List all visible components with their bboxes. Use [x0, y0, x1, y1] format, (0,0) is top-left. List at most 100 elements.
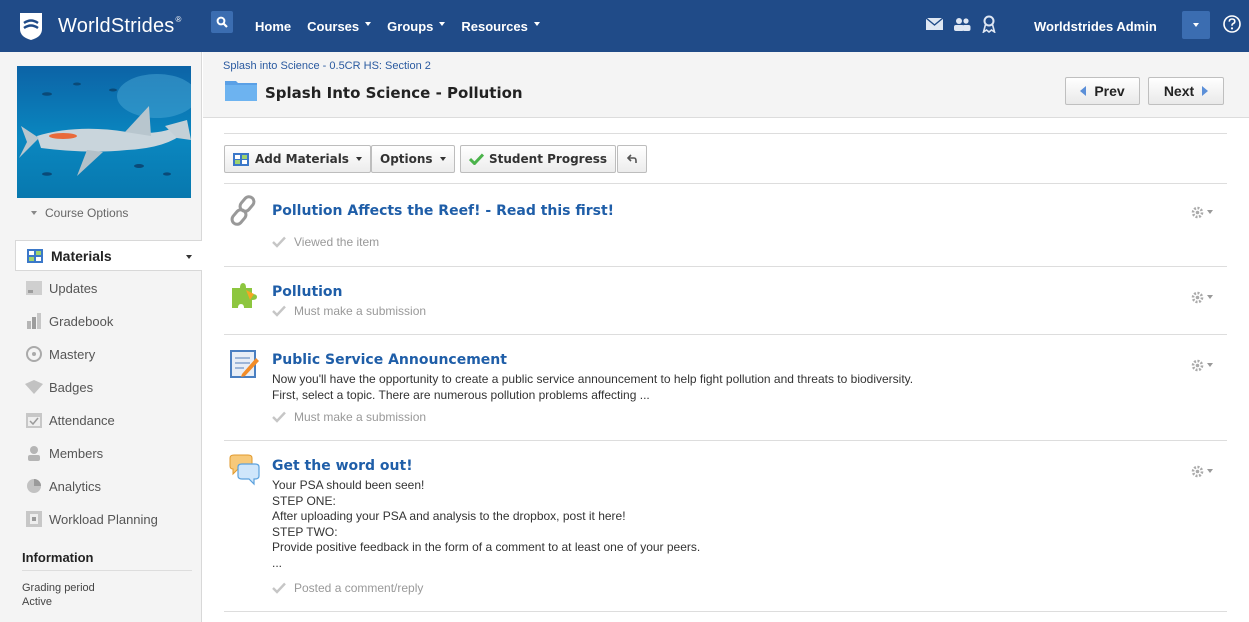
- sidebar-item-label: Attendance: [49, 412, 115, 428]
- material-item: Pollution Affects the Reef! - Read this …: [224, 195, 1227, 265]
- messages-button[interactable]: [924, 14, 944, 34]
- completion-status-text: Posted a comment/reply: [294, 581, 424, 595]
- reorder-button[interactable]: [617, 145, 647, 173]
- next-button[interactable]: Next: [1148, 77, 1224, 105]
- next-button-label: Next: [1163, 83, 1195, 99]
- nav-home[interactable]: Home: [255, 19, 291, 34]
- sidebar-item-label: Workload Planning: [49, 511, 158, 527]
- badge-icon: [982, 15, 996, 33]
- page-header: Splash into Science - 0.5CR HS: Section …: [203, 52, 1249, 118]
- search-icon: [216, 16, 228, 28]
- description-line: ...: [272, 555, 283, 570]
- nav-courses[interactable]: Courses: [307, 19, 372, 34]
- nav-resources[interactable]: Resources: [461, 19, 540, 34]
- sidebar-item-label: Members: [49, 445, 104, 461]
- assignment-icon: [232, 283, 257, 308]
- material-item: Pollution Must make a submission: [224, 280, 1227, 334]
- description-line: STEP TWO:: [272, 524, 338, 539]
- members-icon: [25, 444, 43, 462]
- sidebar-item-mastery[interactable]: Mastery: [25, 343, 95, 365]
- material-title[interactable]: Pollution Affects the Reef! - Read this …: [272, 203, 614, 219]
- description-line: First, select a topic. There are numerou…: [272, 387, 650, 402]
- mastery-icon: [25, 345, 43, 363]
- top-navigation-bar: WorldStrides® Home Courses Groups Resour…: [0, 0, 1249, 52]
- material-title[interactable]: Public Service Announcement: [272, 352, 507, 368]
- description-line: Your PSA should been seen!: [272, 478, 425, 492]
- gear-icon: [1191, 291, 1204, 303]
- course-options-label: Course Options: [45, 206, 129, 220]
- sidebar-item-label: Gradebook: [49, 313, 114, 329]
- checkmark-icon: [469, 153, 484, 165]
- checkmark-icon: [272, 582, 286, 594]
- sidebar-item-attendance[interactable]: Attendance: [25, 409, 115, 431]
- grading-period-label: Grading period: [22, 582, 95, 594]
- options-button[interactable]: Options: [371, 145, 455, 173]
- sidebar-item-materials[interactable]: Materials: [15, 240, 202, 271]
- description-line: Provide positive feedback in the form of…: [272, 540, 701, 554]
- sidebar-item-label: Badges: [49, 379, 94, 395]
- requests-button[interactable]: [952, 14, 972, 34]
- chevron-down-icon: [533, 22, 540, 26]
- sidebar-item-gradebook[interactable]: Gradebook: [25, 310, 113, 332]
- description-line: Now you'll have the opportunity to creat…: [272, 372, 914, 386]
- sidebar-item-updates[interactable]: Updates: [25, 277, 97, 299]
- attendance-icon: [25, 411, 43, 429]
- completion-status-text: Must make a submission: [294, 304, 427, 318]
- add-materials-button[interactable]: Add Materials: [224, 145, 371, 173]
- sidebar-item-label: Updates: [49, 280, 98, 296]
- nav-courses-label: Courses: [307, 19, 360, 34]
- course-image: [17, 66, 191, 198]
- notifications-button[interactable]: [979, 14, 999, 34]
- search-button[interactable]: [211, 11, 233, 33]
- chevron-down-icon: [1207, 363, 1213, 367]
- sidebar-item-analytics[interactable]: Analytics: [25, 475, 101, 497]
- item-options-button[interactable]: [1191, 205, 1217, 219]
- checkmark-icon: [272, 236, 286, 248]
- material-title[interactable]: Get the word out!: [272, 458, 413, 474]
- information-heading: Information: [22, 550, 94, 565]
- user-name[interactable]: Worldstrides Admin: [1034, 19, 1157, 34]
- material-title[interactable]: Pollution: [272, 284, 343, 300]
- prev-button[interactable]: Prev: [1065, 77, 1140, 105]
- completion-status: Posted a comment/reply: [272, 581, 423, 595]
- arrow-right-icon: [1202, 86, 1209, 96]
- description-line: After uploading your PSA and analysis to…: [272, 509, 626, 523]
- description-line: STEP ONE:: [272, 493, 336, 508]
- workload-icon: [25, 510, 43, 528]
- divider: [224, 334, 1227, 335]
- course-options-toggle[interactable]: Course Options: [31, 206, 128, 220]
- breadcrumb[interactable]: Splash into Science - 0.5CR HS: Section …: [223, 60, 431, 72]
- item-options-button[interactable]: [1191, 464, 1217, 478]
- material-description: Your PSA should been seen! STEP ONE: Aft…: [272, 478, 700, 571]
- student-progress-button[interactable]: Student Progress: [460, 145, 616, 173]
- material-description: Now you'll have the opportunity to creat…: [272, 372, 913, 403]
- material-item: Public Service Announcement Now you'll h…: [224, 348, 1227, 438]
- chevron-down-icon: [1207, 210, 1213, 214]
- link-icon: [230, 195, 256, 226]
- add-materials-icon: [233, 152, 249, 166]
- divider: [224, 611, 1227, 612]
- assignment-edit-icon: [230, 350, 259, 378]
- logo[interactable]: WorldStrides®: [18, 9, 182, 43]
- completion-status: Must make a submission: [272, 304, 426, 318]
- sidebar-item-members[interactable]: Members: [25, 442, 103, 464]
- user-menu-button[interactable]: [1182, 11, 1210, 39]
- analytics-icon: [25, 477, 43, 495]
- divider: [224, 133, 1227, 134]
- nav-groups[interactable]: Groups: [387, 19, 446, 34]
- item-options-button[interactable]: [1191, 290, 1217, 304]
- help-icon[interactable]: [1222, 14, 1242, 34]
- updates-icon: [25, 279, 43, 297]
- gradebook-icon: [25, 312, 43, 330]
- divider: [224, 183, 1227, 184]
- item-options-button[interactable]: [1191, 358, 1217, 372]
- worldstrides-logo-icon: [20, 13, 42, 40]
- sidebar-item-badges[interactable]: Badges: [25, 376, 93, 398]
- chevron-down-icon: [365, 22, 372, 26]
- arrow-left-icon: [1080, 86, 1087, 96]
- checkmark-icon: [272, 305, 286, 317]
- options-label: Options: [380, 152, 433, 166]
- mail-icon: [925, 18, 943, 30]
- material-item: Get the word out! Your PSA should been s…: [224, 454, 1227, 604]
- sidebar-item-workload-planning[interactable]: Workload Planning: [25, 508, 158, 530]
